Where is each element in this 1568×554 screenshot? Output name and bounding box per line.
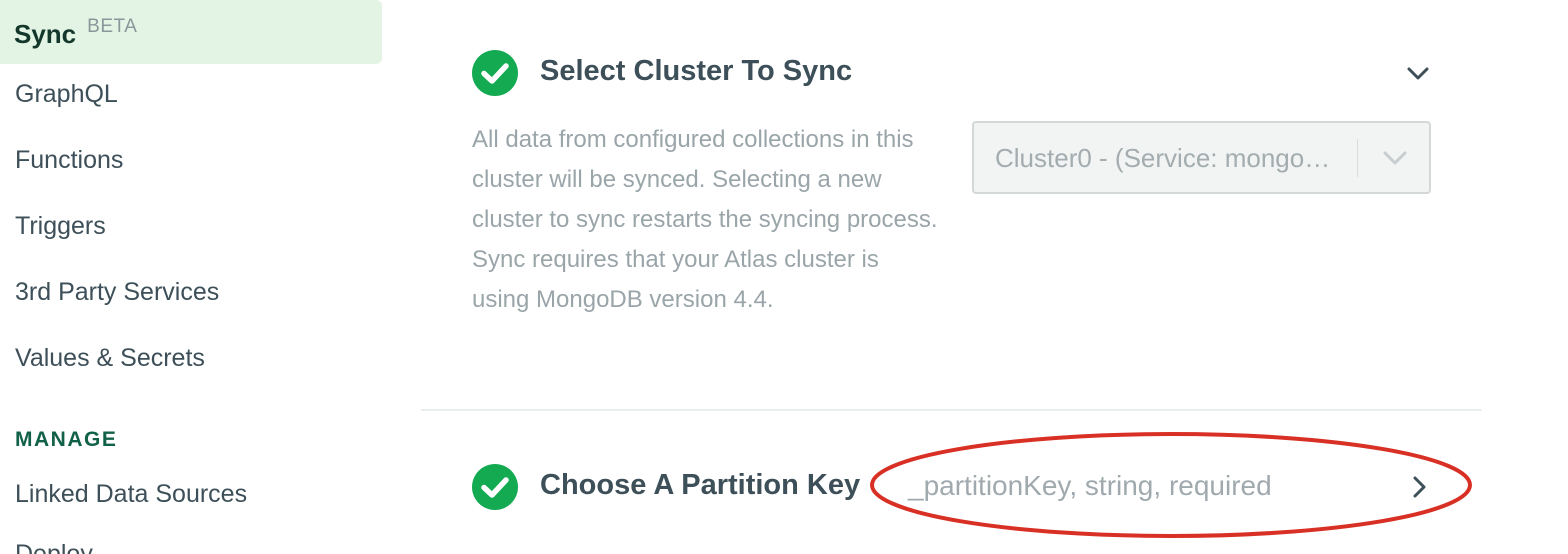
app-root: Sync BETA GraphQL Functions Triggers 3rd…	[0, 0, 1568, 554]
beta-badge: BETA	[87, 15, 138, 37]
partition-key-value: _partitionKey, string, required	[908, 470, 1272, 501]
sidebar-item-linked-data-sources[interactable]: Linked Data Sources	[15, 480, 247, 509]
check-circle-icon	[472, 50, 518, 96]
check-circle-icon	[472, 464, 518, 510]
cluster-select-value: Cluster0 - (Service: mongodb-atlas)	[995, 143, 1335, 173]
sidebar-item-values-secrets[interactable]: Values & Secrets	[15, 344, 205, 373]
chevron-down-icon[interactable]	[1405, 60, 1431, 86]
sidebar-item-triggers[interactable]: Triggers	[15, 212, 106, 241]
sidebar-item-graphql[interactable]: GraphQL	[15, 80, 118, 109]
sidebar-item-label: Sync	[14, 18, 77, 49]
sidebar: Sync BETA GraphQL Functions Triggers 3rd…	[0, 0, 400, 554]
section-divider	[421, 409, 1482, 411]
sidebar-item-deploy[interactable]: Deploy	[15, 540, 93, 554]
partition-section-title[interactable]: Choose A Partition Key	[540, 469, 860, 502]
sidebar-item-functions[interactable]: Functions	[15, 146, 123, 175]
chevron-right-icon[interactable]	[1406, 474, 1432, 500]
sidebar-item-sync[interactable]: Sync BETA	[0, 0, 382, 64]
sidebar-item-3rd-party-services[interactable]: 3rd Party Services	[15, 278, 219, 307]
cluster-section-title: Select Cluster To Sync	[540, 55, 853, 87]
chevron-down-icon	[1383, 151, 1407, 165]
select-separator	[1357, 139, 1358, 177]
manage-heading: MANAGE	[15, 428, 118, 451]
cluster-description: All data from configured collections in …	[472, 126, 938, 313]
cluster-select[interactable]: Cluster0 - (Service: mongodb-atlas)	[972, 121, 1431, 194]
